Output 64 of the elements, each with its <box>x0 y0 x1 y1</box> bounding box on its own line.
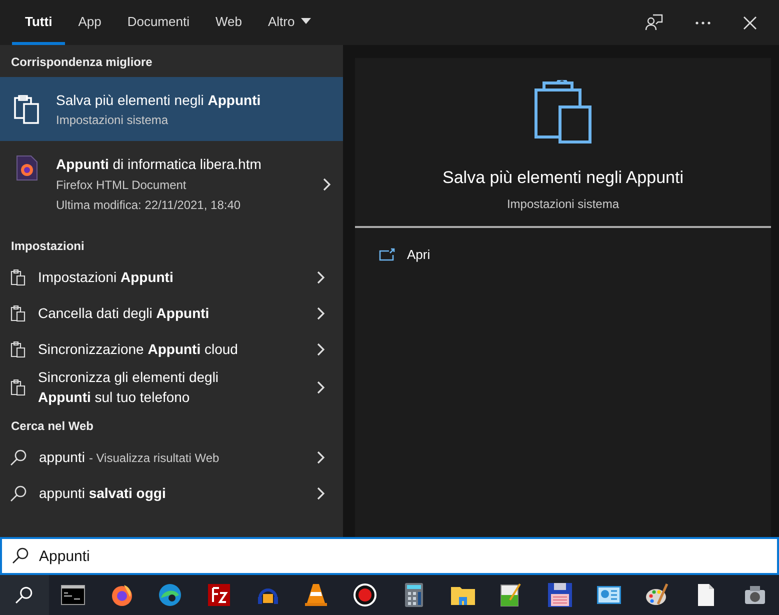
result-item[interactable]: Cancella dati degli Appunti <box>0 295 343 331</box>
chevron-icon <box>317 380 325 394</box>
result-label: appunti - Visualizza risultati Web <box>39 448 220 467</box>
search-icon <box>10 484 27 502</box>
chevron-icon <box>317 306 325 320</box>
result-label: Sincronizza gli elementi degli Appunti sul tuo telefono <box>38 368 220 407</box>
paint-palette-icon[interactable] <box>645 583 670 607</box>
search-field[interactable]: Appunti <box>0 537 779 575</box>
best-match-item[interactable]: Salva più elementi negli Appunti Impostazioni sistema <box>0 77 343 141</box>
clipboard-icon <box>10 304 26 322</box>
chevron-icon <box>323 178 331 190</box>
result-subtitle: Firefox HTML Document <box>56 178 188 192</box>
folder-icon[interactable] <box>450 585 475 605</box>
transfer-app-icon[interactable] <box>208 584 230 606</box>
result-item[interactable]: Sincronizza gli elementi degli Appunti sul tuo telefono <box>0 367 343 407</box>
section-heading: Cerca nel Web <box>10 418 94 435</box>
notepad-icon[interactable] <box>500 583 522 607</box>
preview-subtitle: Impostazioni sistema <box>506 197 620 211</box>
result-label: Sincronizzazione Appunti cloud <box>38 340 239 359</box>
result-item[interactable]: Sincronizzazione Appunti cloud <box>0 331 343 367</box>
open-action[interactable]: Apri <box>355 228 454 281</box>
browser-icon[interactable] <box>158 583 182 607</box>
result-item[interactable]: appunti salvati oggi <box>0 475 343 511</box>
feedback-icon[interactable] <box>645 14 663 32</box>
browser-file-icon <box>16 155 38 181</box>
blank-file-icon[interactable] <box>698 584 714 606</box>
result-label: Impostazioni Appunti <box>38 268 174 287</box>
more-icon[interactable] <box>695 20 711 24</box>
result-title: Appunti di informatica libera.htm <box>56 156 262 172</box>
chevron-icon <box>317 342 325 356</box>
chevron-icon <box>317 486 325 500</box>
section-heading: Impostazioni <box>10 238 86 255</box>
result-date: Ultima modifica: 22/11/2021, 18:40 <box>56 198 242 212</box>
chevron-icon <box>317 450 325 464</box>
result-label: appunti salvati oggi <box>39 484 167 503</box>
result-subtitle: Impostazioni sistema <box>56 112 170 126</box>
search-icon <box>10 448 27 466</box>
search-icon[interactable] <box>15 586 34 604</box>
filter-tab[interactable]: Web <box>202 0 255 45</box>
clipboard-icon <box>10 268 26 286</box>
close-icon[interactable] <box>743 16 757 30</box>
dashboard-icon[interactable] <box>596 586 621 604</box>
filter-tab[interactable]: Altro <box>254 0 324 45</box>
filter-tab[interactable]: App <box>65 0 114 45</box>
result-item[interactable]: appunti - Visualizza risultati Web <box>0 439 343 475</box>
open-icon <box>379 248 395 261</box>
result-label: Cancella dati degli Appunti <box>38 304 210 323</box>
section-heading: Corrispondenza migliore <box>10 54 154 71</box>
clipboard-icon <box>10 340 26 358</box>
result-title: Salva più elementi negli Appunti <box>56 92 261 108</box>
filter-tab[interactable]: Documenti <box>114 0 202 45</box>
record-icon[interactable] <box>353 583 378 607</box>
browser-icon[interactable] <box>110 583 134 607</box>
clipboard-icon <box>534 80 592 144</box>
traffic-cone-icon[interactable] <box>305 583 328 607</box>
clipboard-icon <box>10 378 26 396</box>
document-item[interactable]: Appunti di informatica libera.htm Firefox HTML Document Ultima modifica: 22/11/2021, 18:40 <box>0 141 343 227</box>
camera-icon[interactable] <box>744 585 766 605</box>
result-item[interactable]: Impostazioni Appunti <box>0 259 343 295</box>
chevron-icon <box>317 270 325 284</box>
clipboard-icon <box>12 94 40 124</box>
calculator-icon[interactable] <box>404 583 423 607</box>
preview-title: Salva più elementi negli Appunti <box>442 168 684 188</box>
terminal-icon[interactable] <box>61 585 86 605</box>
